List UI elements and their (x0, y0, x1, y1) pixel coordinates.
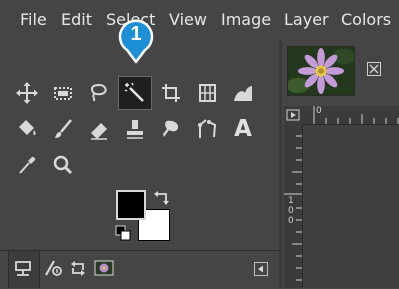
ruler-left-label-1: 1 (288, 196, 294, 206)
step-callout-number: 1 (130, 23, 142, 45)
clone-tool[interactable] (118, 112, 152, 146)
horizontal-ruler[interactable]: 0 (302, 106, 399, 125)
text-tool[interactable]: A (226, 112, 260, 146)
images-icon (94, 260, 114, 276)
zoom-icon (53, 155, 73, 175)
ruler-corner[interactable] (284, 106, 302, 124)
device-status-icon (45, 260, 62, 276)
menu-edit[interactable]: Edit (61, 0, 92, 40)
menu-view[interactable]: View (169, 0, 207, 40)
free-select-icon (90, 83, 107, 102)
fuzzy-select-icon (124, 82, 144, 102)
warp-transform-icon (234, 86, 252, 101)
move-icon (16, 82, 38, 104)
move-tool[interactable] (10, 76, 44, 110)
swap-colors-icon[interactable] (152, 190, 172, 208)
unified-transform-tool[interactable] (190, 76, 224, 110)
color-picker-tool[interactable] (10, 148, 44, 182)
crop-icon (162, 84, 180, 102)
menu-file[interactable]: File (20, 0, 47, 40)
tab-device-status[interactable] (42, 258, 62, 278)
paintbrush-tool[interactable] (46, 112, 80, 146)
fuzzy-select-tool[interactable] (118, 76, 152, 110)
unified-transform-icon (199, 84, 216, 102)
tab-tool-options[interactable] (13, 258, 33, 278)
clone-icon (127, 120, 143, 139)
dock-menu-icon[interactable] (254, 262, 268, 276)
free-select-tool[interactable] (82, 76, 116, 110)
smudge-tool[interactable] (154, 112, 188, 146)
ruler-left-label-2: 0 (288, 206, 294, 216)
bucket-fill-icon (19, 120, 36, 135)
tool-options-icon (15, 261, 31, 276)
color-picker-icon (19, 156, 36, 174)
bucket-fill-tool[interactable] (10, 112, 44, 146)
eraser-icon (91, 123, 107, 140)
tab-images[interactable] (94, 258, 114, 278)
ruler-left-label-3: 0 (288, 216, 294, 226)
close-tab-button[interactable] (365, 60, 383, 78)
menu-bar: File Edit Select View Image Layer Colors (0, 0, 399, 40)
paths-icon (198, 119, 217, 138)
close-icon (367, 62, 381, 76)
eraser-tool[interactable] (82, 112, 116, 146)
quick-mask-icon (286, 109, 300, 121)
menu-image[interactable]: Image (221, 0, 271, 40)
default-colors-icon[interactable] (115, 225, 133, 243)
undo-history-icon (71, 261, 85, 276)
paths-tool[interactable] (190, 112, 224, 146)
image-tab-thumbnail[interactable] (287, 46, 355, 96)
rect-select-icon (54, 87, 72, 100)
vertical-ruler[interactable]: 1 0 0 (284, 124, 303, 288)
paintbrush-icon (55, 119, 72, 138)
foreground-color-swatch[interactable] (116, 190, 146, 220)
zoom-tool[interactable] (46, 148, 80, 182)
warp-transform-tool[interactable] (226, 76, 260, 110)
tab-undo-history[interactable] (68, 258, 88, 278)
smudge-icon (163, 120, 179, 137)
menu-colors[interactable]: Colors (341, 0, 391, 40)
menu-layer[interactable]: Layer (284, 0, 329, 40)
rect-select-tool[interactable] (46, 76, 80, 110)
canvas[interactable] (303, 125, 399, 288)
crop-tool[interactable] (154, 76, 188, 110)
flower-image (288, 47, 354, 95)
text-tool-icon: A (234, 116, 252, 142)
ruler-top-label: 0 (316, 106, 322, 116)
